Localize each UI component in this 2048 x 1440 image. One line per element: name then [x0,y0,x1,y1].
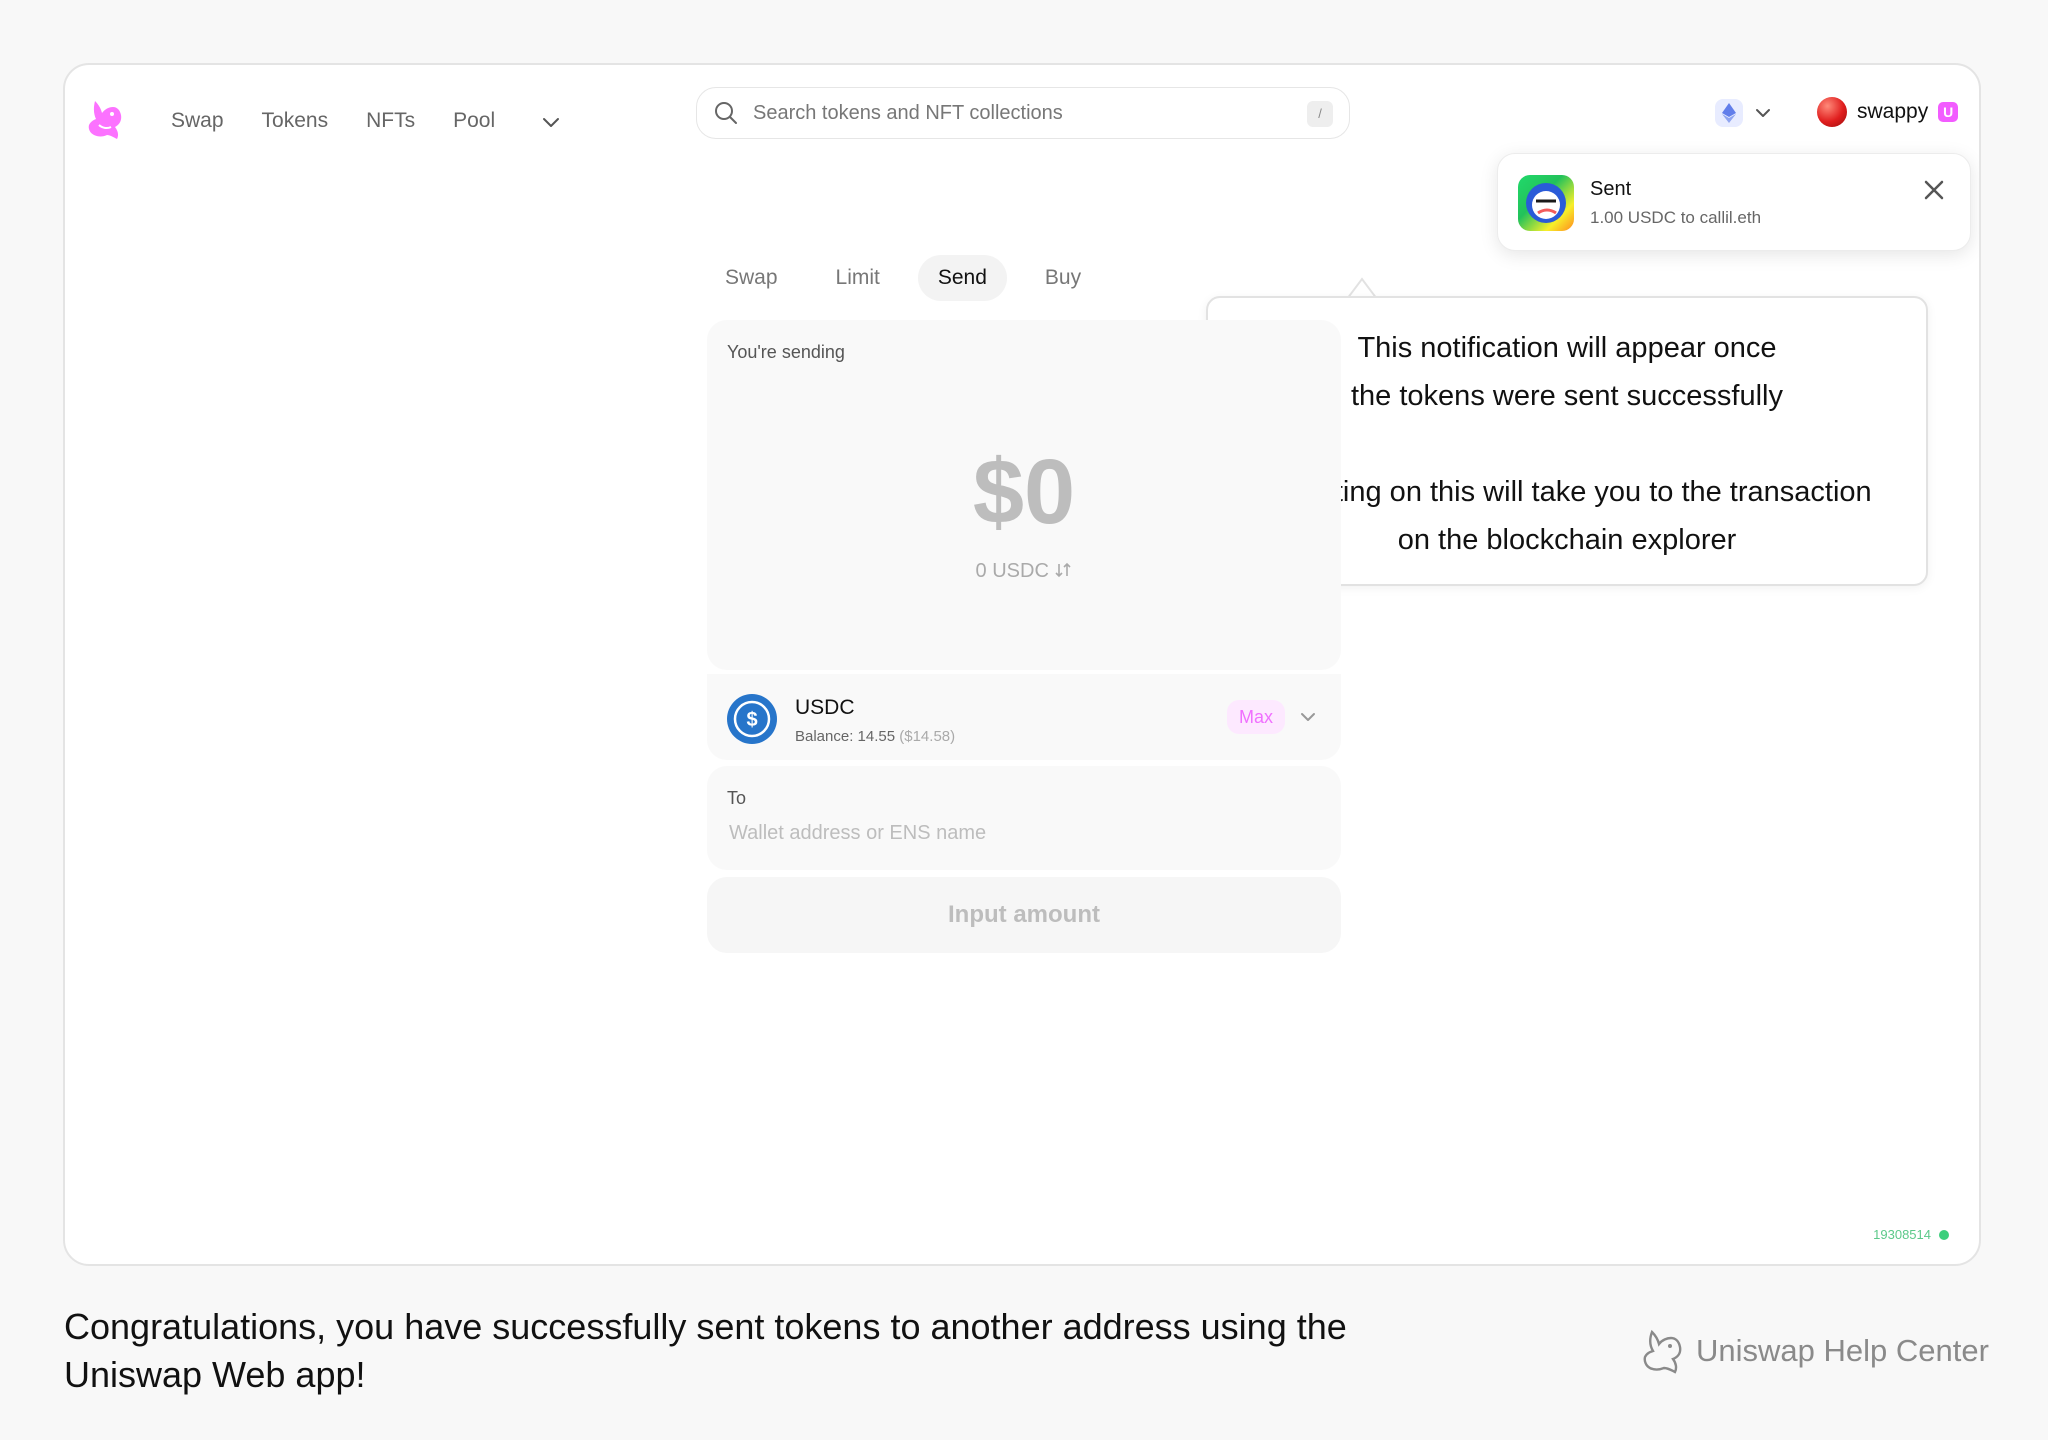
block-number: 19308514 [1873,1227,1931,1242]
amount-input[interactable]: $0 [707,440,1341,545]
search-input[interactable] [753,101,1273,125]
sending-label: You're sending [727,342,845,362]
input-amount-button[interactable]: Input amount [707,877,1341,953]
max-button[interactable]: Max [1227,700,1286,734]
tab-buy[interactable]: Buy [1025,255,1101,301]
network-selector[interactable] [1715,99,1773,127]
usdc-icon: $ [727,694,777,744]
block-number-status[interactable]: 19308514 [1873,1227,1949,1242]
token-amount-text: 0 USDC [975,560,1049,582]
avatar [1817,97,1847,127]
nav-tokens[interactable]: Tokens [262,101,329,141]
token-amount-toggle[interactable]: 0 USDC [707,560,1341,583]
app-window: Swap Tokens NFTs Pool / swappy U [63,63,1981,1266]
account-name: swappy [1857,100,1929,123]
nav-pool[interactable]: Pool [453,101,495,141]
uniswap-logo-icon [1643,1329,1682,1374]
tab-swap[interactable]: Swap [705,255,798,301]
more-chevron-down-icon[interactable] [539,110,563,134]
toast-subtitle: 1.00 USDC to callil.eth [1590,208,1762,227]
to-label: To [727,788,747,808]
tutorial-caption: Congratulations, you have successfully s… [64,1306,1347,1395]
chevron-down-icon[interactable] [1297,706,1319,728]
nav-nfts[interactable]: NFTs [366,101,415,141]
tab-limit[interactable]: Limit [816,255,900,301]
recipient-avatar-icon [1518,175,1574,231]
nav-swap[interactable]: Swap [171,101,224,141]
recipient-address-input[interactable] [729,822,1319,845]
swap-mode-tabs: Swap Limit Send Buy [705,255,1119,301]
send-amount-panel[interactable]: You're sending $0 0 USDC [707,320,1341,670]
tab-send[interactable]: Send [917,255,1007,301]
status-dot-icon [1939,1229,1949,1240]
token-selector[interactable]: $ USDC Balance: 14.55 ($14.58) Max [707,672,1341,760]
uniswap-logo-icon[interactable] [85,95,125,143]
uniswap-wallet-badge-icon: U [1938,102,1959,122]
help-center-label: Uniswap Help Center [1696,1333,1989,1368]
token-balance: Balance: 14.55 ($14.58) [795,728,956,745]
token-symbol: USDC [795,696,855,719]
chevron-down-icon [1756,109,1770,117]
close-icon[interactable] [1920,176,1948,204]
search-icon [715,102,737,124]
swap-units-icon [1055,562,1072,578]
toast-title: Sent [1590,178,1632,200]
ethereum-icon [1715,99,1743,127]
svg-text:$: $ [746,709,757,731]
help-center-brand: Uniswap Help Center [1640,1326,1989,1376]
recipient-panel: To [707,766,1341,870]
search-bar[interactable]: / [696,87,1350,139]
sent-notification-toast[interactable]: Sent 1.00 USDC to callil.eth [1497,153,1971,251]
top-nav: Swap Tokens NFTs Pool [171,101,563,141]
search-shortcut-key: / [1307,101,1333,127]
account-button[interactable]: swappy U [1817,97,1959,127]
